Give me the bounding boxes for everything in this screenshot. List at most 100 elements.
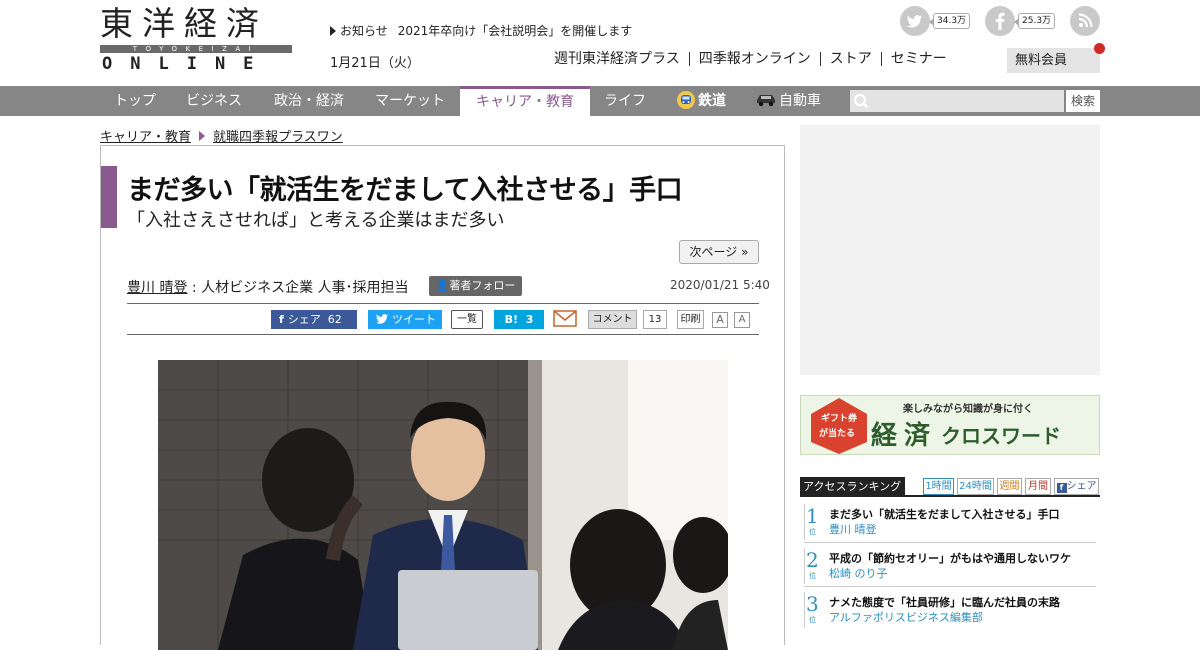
facebook-icon: f: [279, 313, 284, 326]
rank-title: ナメた態度で「社員研修」に臨んだ社員の末路: [829, 596, 1060, 609]
tweet-list-link[interactable]: 一覧: [451, 310, 483, 329]
rss-icon: [1070, 6, 1100, 36]
mail-share-button[interactable]: [553, 310, 577, 329]
author-follow-button[interactable]: 👤著者フォロー: [429, 276, 522, 296]
twitter-count: 34.3万: [928, 13, 971, 29]
facebook-icon: [985, 6, 1015, 36]
ranking-tab-share[interactable]: f シェア: [1054, 478, 1099, 495]
rank-title: まだ多い「就活生をだまして入社させる」手口: [829, 508, 1060, 521]
nav-business[interactable]: ビジネス: [172, 86, 256, 116]
notification-dot: [1094, 43, 1105, 54]
banner-title-crossword: クロスワード: [941, 424, 1061, 448]
comment-count: 13: [643, 310, 667, 329]
hatena-bookmark-button[interactable]: B! 3: [494, 310, 544, 329]
logo-kanji: 東洋経済: [100, 4, 268, 43]
notice-link[interactable]: お知らせ 2021年卒向け「会社説明会」を開催します: [330, 22, 632, 39]
nav-life[interactable]: ライフ: [592, 86, 658, 116]
rank-author: アルファポリスビジネス編集部: [829, 611, 983, 624]
person-icon: 👤: [435, 279, 450, 292]
rank-number: 1: [806, 504, 819, 528]
free-member-button[interactable]: 無料会員: [1007, 43, 1105, 73]
nav-market[interactable]: マーケット: [362, 86, 458, 116]
header-date: 1月21日（火）: [330, 56, 420, 71]
banner-tagline: 楽しみながら知識が身に付く: [903, 404, 1033, 415]
facebook-share-button[interactable]: f シェア 62: [271, 310, 357, 329]
header-links: 週刊東洋経済プラス 四季報オンライン ストア セミナー: [545, 52, 956, 66]
font-size-small-button[interactable]: A: [734, 312, 750, 328]
notice-label: お知らせ: [340, 24, 388, 38]
tw-share-label: ツイート: [392, 313, 436, 326]
triangle-right-icon: [330, 26, 336, 36]
font-size-large-button[interactable]: A: [712, 312, 728, 328]
next-page-button[interactable]: 次ページ »: [679, 240, 759, 264]
article-title: まだ多い「就活生をだまして入社させる」手口: [127, 175, 683, 206]
breadcrumb: キャリア・教育 就職四季報プラスワン: [100, 126, 343, 145]
facebook-count: 25.3万: [1013, 13, 1056, 29]
ranking-header: アクセスランキング 1時間 24時間 週間 月間 f シェア: [800, 477, 1100, 497]
rank-divider: [804, 548, 805, 584]
search-input[interactable]: [850, 90, 1064, 112]
facebook-icon: f: [1056, 483, 1067, 493]
notice-text: 2021年卒向け「会社説明会」を開催します: [397, 24, 633, 38]
article-photo: [158, 360, 728, 650]
header-link-weekly-plus[interactable]: 週刊東洋経済プラス: [545, 52, 689, 66]
logo-online: ONLINE: [102, 54, 272, 74]
breadcrumb-shikiho-plusone[interactable]: 就職四季報プラスワン: [213, 126, 343, 145]
rank-separator: [804, 586, 1096, 587]
rank-divider: [804, 592, 805, 628]
hatena-count: 3: [525, 313, 534, 326]
rank-separator: [804, 542, 1096, 543]
title-accent-bar: [101, 166, 117, 228]
rank-suffix: 位: [809, 528, 816, 536]
search-button[interactable]: 検索: [1066, 90, 1100, 112]
fb-share-label: シェア: [287, 313, 321, 326]
article-date: 2020/01/21 5:40: [670, 278, 770, 292]
ranking-item[interactable]: 3 位 ナメた態度で「社員研修」に臨んだ社員の末路 アルファポリスビジネス編集部: [800, 590, 1100, 632]
ad-slot[interactable]: [800, 125, 1100, 375]
nav-railway-label: 鉄道: [698, 93, 726, 109]
banner-badge-line2: が当たる: [819, 429, 856, 439]
rank-author: 豊川 晴登: [829, 523, 877, 536]
rank-number: 3: [806, 592, 819, 616]
twitter-icon: [900, 6, 930, 36]
nav-railway[interactable]: 鉄道: [666, 86, 736, 116]
ranking-title: アクセスランキング: [800, 477, 905, 497]
hatena-icon: B!: [504, 313, 519, 326]
rank-title: 平成の「節約セオリー」がもはや通用しないワケ: [829, 552, 1071, 565]
ranking-item[interactable]: 2 位 平成の「節約セオリー」がもはや通用しないワケ 松崎 のり子: [800, 546, 1100, 588]
print-button[interactable]: 印刷: [677, 310, 704, 329]
ranking-tab-week[interactable]: 週間: [997, 478, 1022, 495]
header-link-shikiho-online[interactable]: 四季報オンライン: [688, 52, 820, 66]
twitter-share-button[interactable]: ツイート: [368, 310, 442, 329]
author-role: : 人材ビジネス企業 人事･採用担当: [187, 280, 409, 296]
car-icon: [757, 95, 775, 107]
banner-title-kanji1: 経: [871, 421, 898, 451]
banner-badge-line1: ギフト券: [821, 414, 858, 424]
article: まだ多い「就活生をだまして入社させる」手口 「入社さえさせれば」と考える企業はま…: [100, 145, 785, 650]
nav-politics-economy[interactable]: 政治・経済: [258, 86, 360, 116]
nav-automobile[interactable]: 自動車: [748, 86, 828, 116]
comment-button[interactable]: コメント: [588, 310, 637, 329]
header-link-store[interactable]: ストア: [819, 52, 881, 66]
search-icon: [853, 93, 869, 109]
ranking-tab-month[interactable]: 月間: [1025, 478, 1051, 495]
breadcrumb-career[interactable]: キャリア・教育: [100, 126, 191, 145]
train-icon: [677, 91, 695, 109]
crossword-banner[interactable]: ギフト券 が当たる 楽しみながら知識が身に付く 経 済 クロスワード: [800, 395, 1100, 455]
rank-suffix: 位: [809, 572, 816, 580]
nav-career-education[interactable]: キャリア・教育: [460, 86, 590, 116]
ranking-tab-24h[interactable]: 24時間: [957, 478, 994, 495]
author-name[interactable]: 豊川 晴登: [127, 280, 187, 296]
ranking-tab-share-label: シェア: [1066, 481, 1097, 492]
triangle-right-icon: [199, 130, 206, 141]
site-logo[interactable]: 東洋経済 TOYOKEIZAI ONLINE: [100, 4, 292, 74]
rank-suffix: 位: [809, 616, 816, 624]
ranking-item[interactable]: 1 位 まだ多い「就活生をだまして入社させる」手口 豊川 晴登: [800, 502, 1100, 544]
article-subtitle: 「入社さえさせれば」と考える企業はまだ多い: [127, 210, 505, 231]
rank-divider: [804, 504, 805, 540]
rank-number: 2: [806, 548, 819, 572]
nav-automobile-label: 自動車: [779, 93, 821, 109]
ranking-tab-1h[interactable]: 1時間: [923, 478, 954, 495]
header-link-seminar[interactable]: セミナー: [880, 52, 956, 66]
nav-top[interactable]: トップ: [100, 86, 170, 116]
